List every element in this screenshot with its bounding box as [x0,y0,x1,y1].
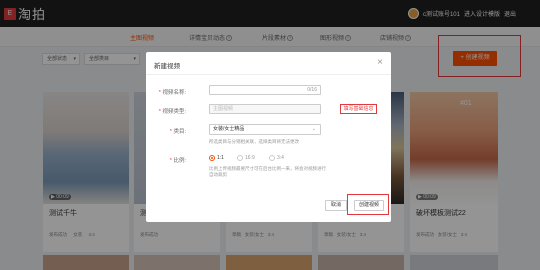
dialog-title: 新建视频 [154,63,180,70]
ratio-radio-1-1[interactable]: 1:1 [209,155,224,161]
create-video-confirm-button[interactable]: 创建视频 [354,200,384,211]
cancel-button[interactable]: 取消 [325,200,347,211]
category-select[interactable]: 女装/女士精品 ⌄ [209,124,321,135]
ratio-radio-3-4[interactable]: 3:4 [269,155,284,161]
category-label: * 类目: [169,129,186,135]
char-count: 0/16 [307,87,317,93]
ratio-label: * 比例: [169,158,186,164]
type-label: * 视频类型: [158,109,186,115]
video-type-field: 主图视频 [209,104,321,114]
radio-dot [209,155,215,161]
category-hint: 所选类目与分销相关联，选择类目将无法更改 [209,139,299,144]
name-label: * 视频名称: [158,90,186,96]
radio-dot [269,155,275,161]
ratio-radio-16-9[interactable]: 16:9 [237,155,255,161]
chevron-down-icon: ⌄ [311,126,316,132]
divider [146,74,391,75]
annotation-fill-basic-info: 填写基础信息 [340,104,377,114]
close-icon[interactable]: × [377,57,383,68]
video-name-input[interactable]: 0/16 [209,85,321,95]
radio-dot [237,155,243,161]
ratio-hint: 比例上传视频最要尺寸可在后台比例一来，将会对视频进行 自动裁剪 [209,166,326,177]
